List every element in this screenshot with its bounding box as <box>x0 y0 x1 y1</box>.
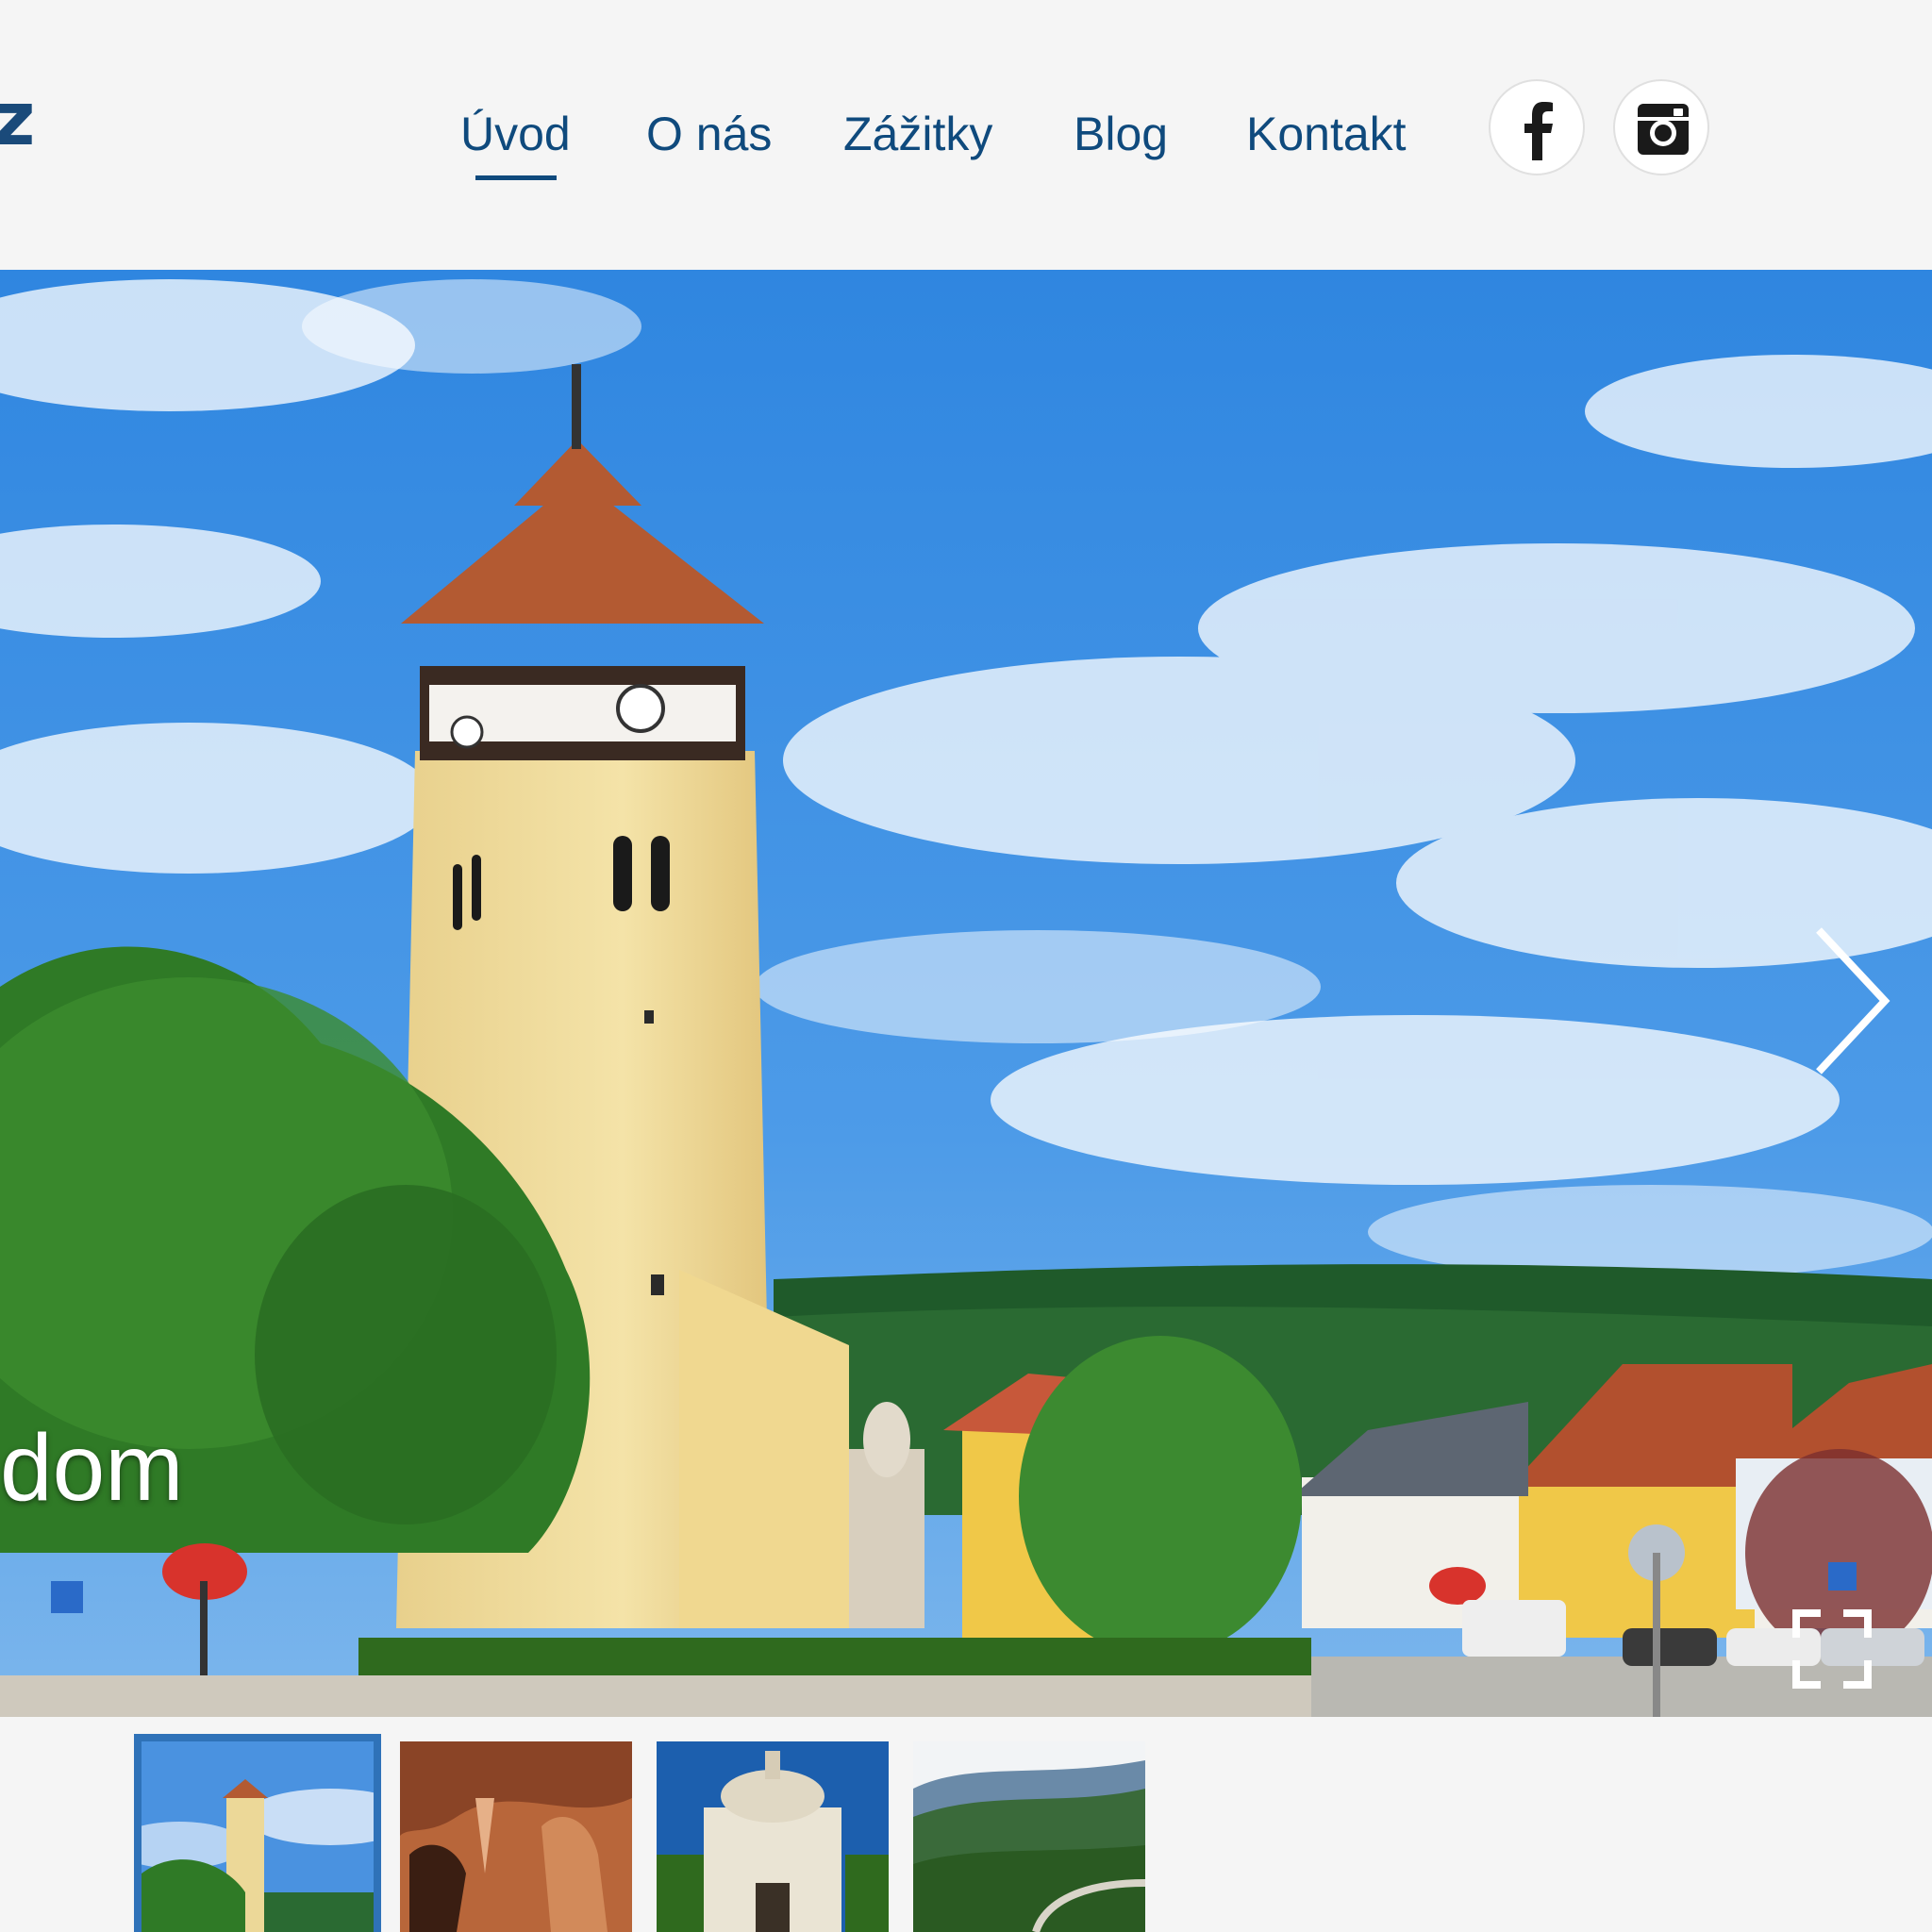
fullscreen-button[interactable] <box>1792 1609 1872 1689</box>
thumbnail-2[interactable] <box>400 1741 632 1932</box>
thumbnail-strip <box>0 1717 1932 1932</box>
nav-item-zazitky[interactable]: Zážitky <box>843 106 992 162</box>
thumbnail-image <box>400 1741 632 1932</box>
hero-slideshow: dom <box>0 270 1932 1717</box>
active-nav-indicator <box>475 175 557 180</box>
nav-item-blog[interactable]: Blog <box>1074 106 1168 162</box>
nav-item-uvod[interactable]: Úvod <box>460 106 571 162</box>
chevron-right-icon <box>1816 927 1890 1074</box>
thumbnail-image <box>657 1741 889 1932</box>
hero-image <box>0 270 1932 1717</box>
slide-caption: dom <box>0 1415 184 1521</box>
thumbnail-1[interactable] <box>134 1734 381 1932</box>
main-nav: Úvod O nás Zážitky Blog Kontakt <box>0 0 1932 270</box>
next-slide-button[interactable] <box>1800 921 1904 1081</box>
thumbnail-4[interactable] <box>913 1741 1145 1932</box>
thumbnail-image <box>142 1741 374 1932</box>
fullscreen-icon <box>1792 1609 1872 1689</box>
site-header: z Úvod O nás Zážitky Blog Kontakt <box>0 0 1932 270</box>
nav-item-kontakt[interactable]: Kontakt <box>1246 106 1407 162</box>
instagram-button[interactable] <box>1613 79 1709 175</box>
nav-item-o-nas[interactable]: O nás <box>646 106 772 162</box>
instagram-icon <box>1638 104 1689 155</box>
thumbnail-3[interactable] <box>657 1741 889 1932</box>
facebook-icon <box>1524 102 1553 160</box>
facebook-button[interactable] <box>1489 79 1585 175</box>
thumbnail-image <box>913 1741 1145 1932</box>
